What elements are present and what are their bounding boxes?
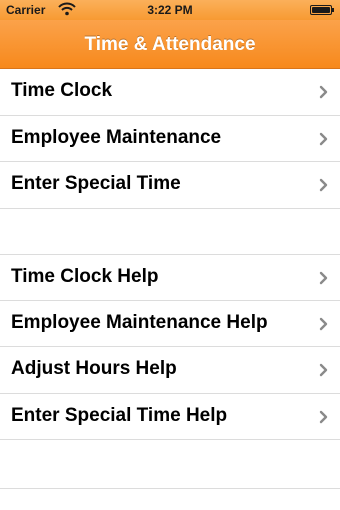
status-time: 3:22 PM [147,3,193,17]
battery-icon [310,5,334,15]
chevron-right-icon [319,363,328,377]
chevron-right-icon [319,85,328,99]
menu-item-label: Enter Special Time [11,173,181,194]
menu-item-label: Employee Maintenance [11,126,222,148]
menu-item-label: Employee Maintenance Help [11,311,268,333]
chevron-right-icon [319,271,328,285]
page-title: Time & Attendance [84,34,256,55]
menu-item-employee-maintenance[interactable]: Employee Maintenance [0,115,340,162]
divider [0,488,340,489]
menu-item-employee-maintenance-help[interactable]: Employee Maintenance Help [0,300,340,347]
chevron-right-icon [319,317,328,330]
main-menu-list: Time Clock Employee Maintenance Enter Sp… [0,69,340,209]
menu-item-adjust-hours-help[interactable]: Adjust Hours Help [0,347,340,394]
menu-item-enter-special-time[interactable]: Enter Special Time [0,162,340,209]
menu-item-enter-special-time-help[interactable]: Enter Special Time Help [0,393,340,440]
status-bar: Carrier 3:22 PM [0,0,340,20]
menu-item-time-clock[interactable]: Time Clock [0,69,340,116]
menu-item-label: Enter Special Time Help [11,404,228,426]
chevron-right-icon [319,132,328,145]
menu-item-label: Adjust Hours Help [11,358,177,379]
menu-item-time-clock-help[interactable]: Time Clock Help [0,254,340,301]
chevron-right-icon [319,410,328,423]
menu-item-label: Time Clock [11,80,113,101]
help-menu-list: Time Clock Help Employee Maintenance Hel… [0,254,340,440]
chevron-right-icon [319,178,328,192]
navigation-bar: Time & Attendance [0,20,340,69]
menu-item-label: Time Clock Help [11,266,159,287]
